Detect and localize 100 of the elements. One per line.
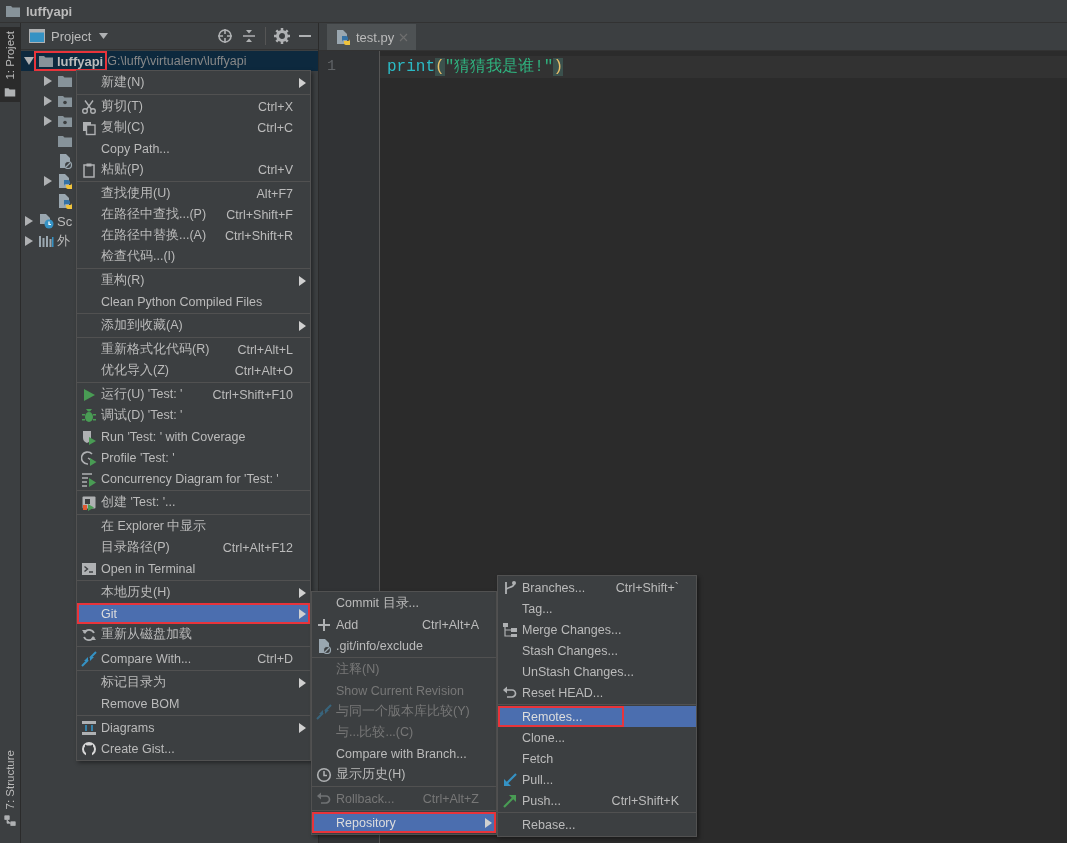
- menu-item[interactable]: Reset HEAD...: [498, 682, 696, 703]
- caret-icon[interactable]: [99, 33, 109, 39]
- python-file-icon: [57, 193, 73, 209]
- menu-item[interactable]: Create Gist...: [77, 738, 310, 759]
- shortcut-label: Ctrl+Alt+O: [234, 363, 293, 378]
- collapsed-arrow-icon[interactable]: [23, 236, 34, 246]
- coverage-icon: [81, 428, 97, 445]
- menu-item[interactable]: Add Ctrl+Alt+A: [312, 614, 496, 635]
- view-selector[interactable]: Project: [51, 28, 92, 44]
- tree-item[interactable]: 外: [57, 232, 70, 250]
- menu-item[interactable]: Copy Path...: [77, 138, 310, 159]
- submenu-arrow-icon: [299, 77, 306, 88]
- package-folder-icon: [57, 113, 73, 129]
- menu-item[interactable]: 在路径中查找...(P) Ctrl+Shift+F: [77, 204, 310, 225]
- menu-item[interactable]: Tag...: [498, 598, 696, 619]
- undo-icon: [316, 790, 332, 807]
- menu-item[interactable]: Concurrency Diagram for 'Test: ': [77, 468, 310, 489]
- menu-item[interactable]: .git/info/exclude: [312, 635, 496, 656]
- tree-item[interactable]: luffyapi: [57, 53, 104, 69]
- menu-item[interactable]: 调试(D) 'Test: ': [77, 405, 310, 426]
- menu-item[interactable]: Repository: [312, 812, 496, 833]
- play-icon: [81, 386, 97, 403]
- menu-item[interactable]: 添加到收藏(A): [77, 315, 310, 336]
- submenu-arrow-icon: [299, 722, 306, 733]
- menu-item[interactable]: Rebase...: [498, 814, 696, 835]
- menu-item[interactable]: 重构(R): [77, 270, 310, 291]
- menu-item[interactable]: 创建 'Test: '...: [77, 492, 310, 513]
- package-folder-icon: [57, 93, 73, 109]
- tree-item[interactable]: Sc: [57, 213, 73, 229]
- menu-item[interactable]: Clean Python Compiled Files: [77, 291, 310, 312]
- menu-item[interactable]: Remotes...: [498, 706, 696, 727]
- menu-item[interactable]: Clone...: [498, 727, 696, 748]
- submenu-arrow-icon: [485, 817, 492, 828]
- shortcut-label: Ctrl+X: [257, 99, 293, 114]
- python-file-icon: [335, 29, 351, 45]
- menu-item[interactable]: 在 Explorer 中显示: [77, 516, 310, 537]
- menu-item[interactable]: Git: [77, 603, 310, 624]
- menu-item[interactable]: 重新从磁盘加载: [77, 624, 310, 645]
- collapse-icon[interactable]: [241, 28, 257, 44]
- shortcut-label: Ctrl+Alt+F12: [222, 540, 293, 555]
- excluded-file-icon: [57, 153, 73, 169]
- menu-item[interactable]: Diagrams: [77, 717, 310, 738]
- collapsed-arrow-icon[interactable]: [23, 216, 34, 226]
- menu-item[interactable]: Stash Changes...: [498, 640, 696, 661]
- menu-item[interactable]: Remove BOM: [77, 693, 310, 714]
- editor-tab[interactable]: test.py: [327, 24, 417, 50]
- window-title: luffyapi: [26, 3, 73, 19]
- menu-item[interactable]: Compare with Branch...: [312, 743, 496, 764]
- collapsed-arrow-icon[interactable]: [42, 96, 53, 106]
- expanded-arrow-icon[interactable]: [23, 56, 34, 66]
- arrows-icon: [81, 650, 97, 667]
- tool-window-tab[interactable]: 1: Project: [0, 27, 20, 102]
- shortcut-label: Ctrl+Shift+F10: [212, 387, 293, 402]
- shortcut-label: Ctrl+Alt+A: [422, 617, 479, 632]
- clipboard-icon: [81, 161, 97, 178]
- menu-item[interactable]: 在路径中替换...(A) Ctrl+Shift+R: [77, 225, 310, 246]
- menu-item[interactable]: 本地历史(H): [77, 582, 310, 603]
- menu-item[interactable]: 复制(C) Ctrl+C: [77, 117, 310, 138]
- shortcut-label: Ctrl+Alt+L: [237, 342, 293, 357]
- folder-icon: [57, 133, 73, 149]
- menu-item[interactable]: Profile 'Test: ': [77, 447, 310, 468]
- copy-icon: [81, 119, 97, 136]
- bug-icon: [81, 407, 97, 424]
- menu-item[interactable]: 优化导入(Z) Ctrl+Alt+O: [77, 360, 310, 381]
- submenu-arrow-icon: [299, 275, 306, 286]
- submenu-arrow-icon: [299, 320, 306, 331]
- menu-item[interactable]: Run 'Test: ' with Coverage: [77, 426, 310, 447]
- library-icon: [38, 233, 54, 249]
- menu-item[interactable]: 粘贴(P) Ctrl+V: [77, 159, 310, 180]
- menu-item[interactable]: Commit 目录...: [312, 593, 496, 614]
- menu-item[interactable]: Push... Ctrl+Shift+K: [498, 790, 696, 811]
- menu-item[interactable]: 目录路径(P) Ctrl+Alt+F12: [77, 537, 310, 558]
- menu-item[interactable]: Pull...: [498, 769, 696, 790]
- collapsed-arrow-icon[interactable]: [42, 116, 53, 126]
- shortcut-label: Alt+F7: [256, 186, 293, 201]
- crosshair-icon[interactable]: [217, 28, 233, 44]
- python-file-icon: [57, 173, 73, 189]
- menu-item[interactable]: Compare With... Ctrl+D: [77, 648, 310, 669]
- shortcut-label: Ctrl+V: [257, 162, 293, 177]
- menu-item[interactable]: Branches... Ctrl+Shift+`: [498, 577, 696, 598]
- menu-item[interactable]: 重新格式化代码(R) Ctrl+Alt+L: [77, 339, 310, 360]
- shortcut-label: Ctrl+Shift+`: [615, 580, 679, 595]
- tool-window-tab[interactable]: 7: Structure: [0, 745, 20, 831]
- menu-item[interactable]: Merge Changes...: [498, 619, 696, 640]
- scissors-icon: [81, 98, 97, 115]
- menu-item[interactable]: 显示历史(H): [312, 764, 496, 785]
- menu-item[interactable]: 检查代码...(I): [77, 246, 310, 267]
- menu-item[interactable]: Fetch: [498, 748, 696, 769]
- collapsed-arrow-icon[interactable]: [42, 76, 53, 86]
- menu-item[interactable]: UnStash Changes...: [498, 661, 696, 682]
- collapsed-arrow-icon[interactable]: [42, 176, 53, 186]
- settings-icon[interactable]: [274, 28, 290, 44]
- shortcut-label: Ctrl+Alt+Z: [422, 791, 479, 806]
- menu-item[interactable]: 运行(U) 'Test: ' Ctrl+Shift+F10: [77, 384, 310, 405]
- menu-item[interactable]: 标记目录为: [77, 672, 310, 693]
- menu-item[interactable]: 剪切(T) Ctrl+X: [77, 96, 310, 117]
- menu-item[interactable]: 新建(N): [77, 72, 310, 93]
- menu-item[interactable]: 查找使用(U) Alt+F7: [77, 183, 310, 204]
- menu-item[interactable]: Open in Terminal: [77, 558, 310, 579]
- shortcut-label: Ctrl+Shift+R: [224, 228, 293, 243]
